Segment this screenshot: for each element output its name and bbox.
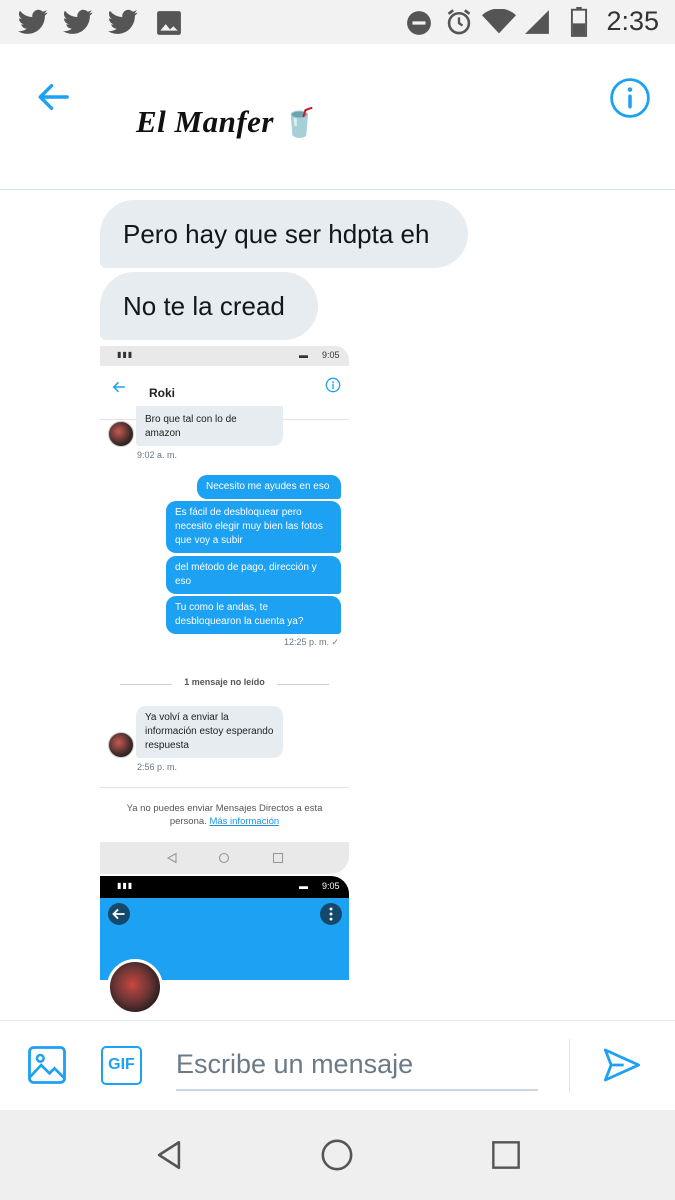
screenshot-time: 9:05	[322, 350, 340, 360]
screenshot-time: 9:05	[322, 881, 340, 891]
conversation-header: El Manfer 🥤	[0, 44, 675, 190]
gif-button[interactable]: GIF	[101, 1046, 142, 1085]
battery-icon: ▬	[299, 350, 308, 360]
incoming-message: Bro que tal con lo de amazon	[136, 406, 283, 446]
unread-divider: 1 mensaje no leído	[120, 677, 329, 691]
clock: 2:35	[606, 6, 659, 36]
outgoing-message: del método de pago, dirección y eso	[166, 556, 341, 594]
screenshot-status-bar: ▮▮▮ ▬ 9:05	[100, 346, 349, 366]
outgoing-message: Necesito me ayudes en eso	[197, 475, 341, 499]
outgoing-message: Es fácil de desbloquear pero necesito el…	[166, 501, 341, 553]
avatar	[108, 732, 134, 758]
screenshot-nav-bar	[100, 842, 349, 874]
signal-icon: ▮▮▮	[117, 350, 134, 359]
back-nav-icon[interactable]	[152, 1138, 186, 1172]
info-icon	[325, 377, 341, 393]
message-input[interactable]	[176, 1039, 538, 1091]
attached-screenshot[interactable]: ▮▮▮ ▬ 9:05 Roki Bro que tal con lo de am…	[100, 346, 349, 1014]
signal-icon: ▮▮▮	[117, 881, 134, 890]
arrow-left-icon	[108, 903, 130, 925]
message-time: 12:25 p. m. ✓	[284, 637, 340, 647]
signal-icon	[525, 10, 549, 34]
more-info-link: Más información	[209, 816, 280, 827]
incoming-message: Ya volví a enviar la información estoy e…	[136, 706, 283, 758]
outgoing-message: Tu como le andas, te desbloquearon la cu…	[166, 596, 341, 634]
twitter-icon	[63, 9, 93, 34]
avatar	[108, 421, 134, 447]
message-bubble[interactable]: No te la cread	[100, 272, 318, 340]
status-bar: 2:35	[0, 0, 675, 44]
recents-nav-icon[interactable]	[490, 1139, 522, 1171]
recents-nav-icon	[272, 852, 284, 864]
message-composer: GIF	[0, 1020, 675, 1110]
image-icon	[157, 11, 181, 35]
gif-label: GIF	[108, 1056, 135, 1073]
blocked-notice: Ya no puedes enviar Mensajes Directos a …	[110, 802, 339, 828]
home-nav-icon	[218, 852, 230, 864]
android-nav-bar	[0, 1110, 675, 1200]
screenshot-status-bar: ▮▮▮ ▬ 9:05	[100, 876, 349, 898]
send-icon[interactable]	[602, 1045, 642, 1085]
battery-icon: ▬	[299, 881, 308, 891]
profile-avatar	[107, 959, 163, 1014]
home-nav-icon[interactable]	[320, 1138, 354, 1172]
message-time: 9:02 a. m.	[137, 450, 178, 460]
message-bubble[interactable]: Pero hay que ser hdpta eh	[100, 200, 468, 268]
wifi-icon	[482, 9, 516, 34]
twitter-icon	[18, 9, 48, 34]
arrow-left-icon[interactable]	[35, 80, 71, 114]
message-time: 2:56 p. m.	[137, 762, 178, 772]
conversation-title[interactable]: El Manfer 🥤	[136, 104, 318, 140]
divider	[569, 1039, 570, 1093]
info-icon[interactable]	[609, 77, 651, 119]
back-nav-icon	[166, 852, 177, 864]
arrow-left-icon	[112, 381, 125, 393]
battery-icon	[570, 7, 588, 37]
cup-emoji-icon: 🥤	[282, 108, 318, 139]
twitter-icon	[108, 9, 138, 34]
alarm-icon	[447, 9, 471, 35]
contact-name: Roki	[149, 386, 176, 400]
do-not-disturb-icon	[407, 11, 431, 35]
conversation-title-text: El Manfer	[136, 104, 274, 139]
image-picker-icon[interactable]	[27, 1045, 67, 1085]
divider	[100, 787, 349, 788]
more-vertical-icon	[320, 903, 342, 925]
